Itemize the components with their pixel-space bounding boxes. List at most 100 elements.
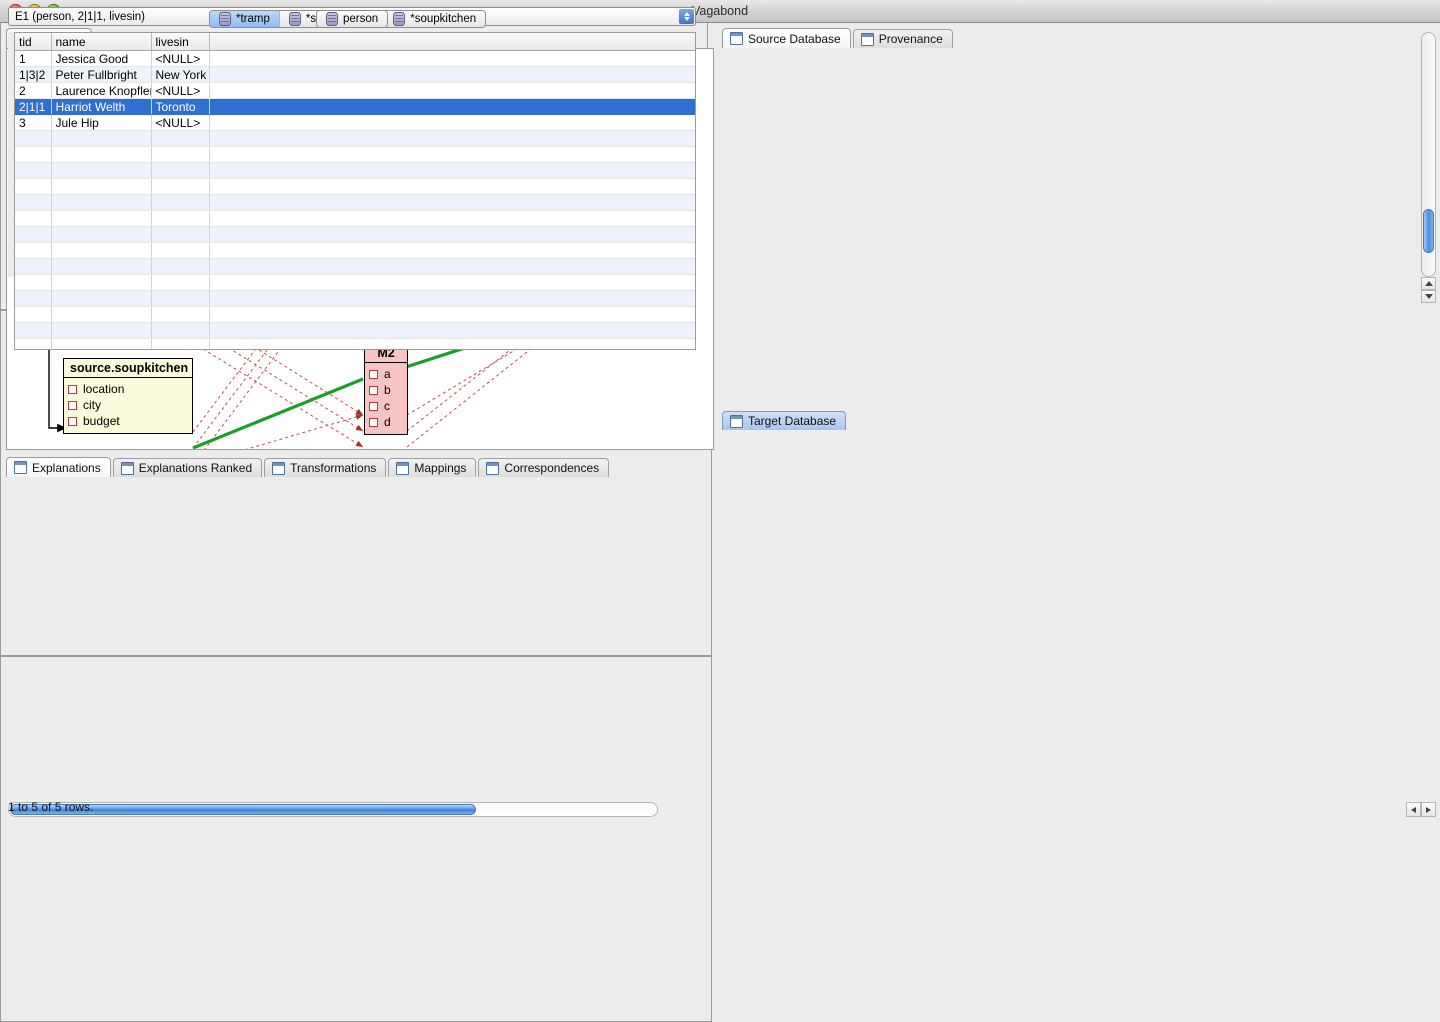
scroll-up-button[interactable] [1421, 277, 1436, 290]
table-row-empty[interactable] [15, 178, 695, 195]
tab-label: Correspondences [504, 461, 600, 475]
scroll-left-button[interactable] [1406, 802, 1421, 817]
relation-tab-person[interactable]: person [317, 11, 388, 27]
cell-empty [209, 322, 695, 339]
cell-empty [15, 338, 52, 349]
relation-tab-soupkitchen[interactable]: *soupkitchen [384, 11, 486, 27]
window-icon [860, 32, 874, 46]
cell-empty [151, 146, 210, 163]
tab-label: Mappings [414, 461, 467, 475]
cell-name: Peter Fullbright [51, 66, 152, 83]
chevron-up-icon [683, 12, 690, 16]
cell-empty [51, 290, 152, 307]
target-table[interactable]: tid name livesin 1 Jessica Good <NULL> 1 [15, 33, 695, 349]
attribute-row[interactable]: d [369, 414, 403, 430]
cell-empty [51, 162, 152, 179]
table-row-empty[interactable] [15, 162, 695, 179]
cell-empty [209, 210, 695, 227]
attribute-row[interactable]: a [369, 366, 403, 382]
cell-empty [51, 306, 152, 323]
table-row-empty[interactable] [15, 210, 695, 227]
cell-tid: 1 [15, 50, 52, 67]
table-row-empty[interactable] [15, 194, 695, 211]
attribute-label: location [83, 382, 125, 396]
cell-empty [51, 322, 152, 339]
table-row-empty[interactable] [15, 146, 695, 163]
attribute-row[interactable]: c [369, 398, 403, 414]
cell-empty [15, 226, 52, 243]
tab-transformations[interactable]: Transformations [264, 458, 387, 477]
vertical-scroll-buttons[interactable] [1421, 277, 1436, 303]
cell-empty [209, 146, 695, 163]
cell-empty [15, 306, 52, 323]
attribute-icon [369, 369, 378, 379]
horizontal-scroll-buttons[interactable] [1406, 802, 1436, 817]
table-row-empty[interactable] [15, 226, 695, 243]
triangle-up-icon [1424, 281, 1433, 286]
attribute-row[interactable]: city [68, 397, 188, 413]
tab-explanations-ranked[interactable]: Explanations Ranked [112, 458, 263, 477]
application-window: Vagabond Overview [0, 0, 1440, 1022]
vertical-scroll-thumb[interactable] [1423, 209, 1434, 253]
table-row-empty[interactable] [15, 306, 695, 323]
table-row-empty[interactable] [15, 338, 695, 349]
relation-tab-tramp[interactable]: *tramp [210, 11, 280, 27]
tab-label: Provenance [878, 32, 943, 46]
table-row-empty[interactable] [15, 274, 695, 291]
cell-livesin: <NULL> [151, 114, 210, 131]
table-row[interactable]: 3 Jule Hip <NULL> [15, 114, 695, 131]
table-row-empty[interactable] [15, 242, 695, 259]
column-header-livesin[interactable]: livesin [151, 33, 210, 51]
tab-provenance[interactable]: Provenance [852, 29, 953, 48]
cell-empty [209, 130, 695, 147]
scroll-right-button[interactable] [1421, 802, 1436, 817]
cell-empty [51, 194, 152, 211]
tab-mappings[interactable]: Mappings [388, 458, 477, 477]
table-row-empty[interactable] [15, 290, 695, 307]
cell-empty [51, 226, 152, 243]
cell-empty [15, 258, 52, 275]
table-row[interactable]: 2 Laurence Knopfler <NULL> [15, 82, 695, 99]
triangle-right-icon [1426, 806, 1431, 813]
column-header-filler[interactable] [209, 33, 695, 51]
attribute-row[interactable]: b [369, 382, 403, 398]
cell-name: Jule Hip [51, 114, 152, 131]
target-relation-tabs[interactable]: person [316, 10, 389, 28]
chevron-down-icon [683, 17, 690, 21]
node-attributes: location city budget [64, 378, 192, 433]
target-table-container[interactable]: tid name livesin 1 Jessica Good <NULL> 1 [14, 32, 696, 350]
attribute-row[interactable]: budget [68, 413, 188, 429]
cell-name: Harriot Welth [51, 98, 152, 115]
node-title: source.soupkitchen [64, 359, 192, 378]
scroll-down-button[interactable] [1421, 290, 1436, 303]
table-row-empty[interactable] [15, 322, 695, 339]
cell-empty [151, 258, 210, 275]
cell-empty [209, 290, 695, 307]
attribute-row[interactable]: location [68, 381, 188, 397]
node-mapping-m2[interactable]: M2 a b c d [364, 343, 408, 435]
node-source-soupkitchen[interactable]: source.soupkitchen location city budget [63, 358, 193, 434]
table-row[interactable]: 1|3|2 Peter Fullbright New York [15, 66, 695, 83]
horizontal-scrollbar[interactable] [8, 802, 658, 817]
table-row-empty[interactable] [15, 130, 695, 147]
cell-filler [209, 50, 695, 67]
window-icon [730, 32, 743, 45]
tab-source-database[interactable]: Source Database [722, 28, 851, 48]
column-header-name[interactable]: name [51, 33, 152, 51]
table-row[interactable]: 2|1|1 Harriot Welth Toronto [15, 98, 695, 115]
tab-target-database[interactable]: Target Database [722, 411, 847, 430]
vertical-scrollbar[interactable] [1421, 32, 1436, 277]
column-header-tid[interactable]: tid [15, 33, 52, 51]
tab-correspondences[interactable]: Correspondences [478, 458, 610, 477]
cell-empty [209, 242, 695, 259]
triangle-down-icon [1424, 294, 1433, 299]
relation-tab-label: *tramp [236, 13, 270, 25]
table-row-empty[interactable] [15, 258, 695, 275]
cell-livesin: <NULL> [151, 82, 210, 99]
stepper-icon[interactable] [679, 9, 694, 24]
tab-explanations[interactable]: Explanations [6, 457, 111, 477]
window-icon [396, 461, 410, 475]
tab-label: Target Database [748, 414, 837, 428]
table-row[interactable]: 1 Jessica Good <NULL> [15, 50, 695, 67]
tab-label: Source Database [748, 31, 841, 46]
